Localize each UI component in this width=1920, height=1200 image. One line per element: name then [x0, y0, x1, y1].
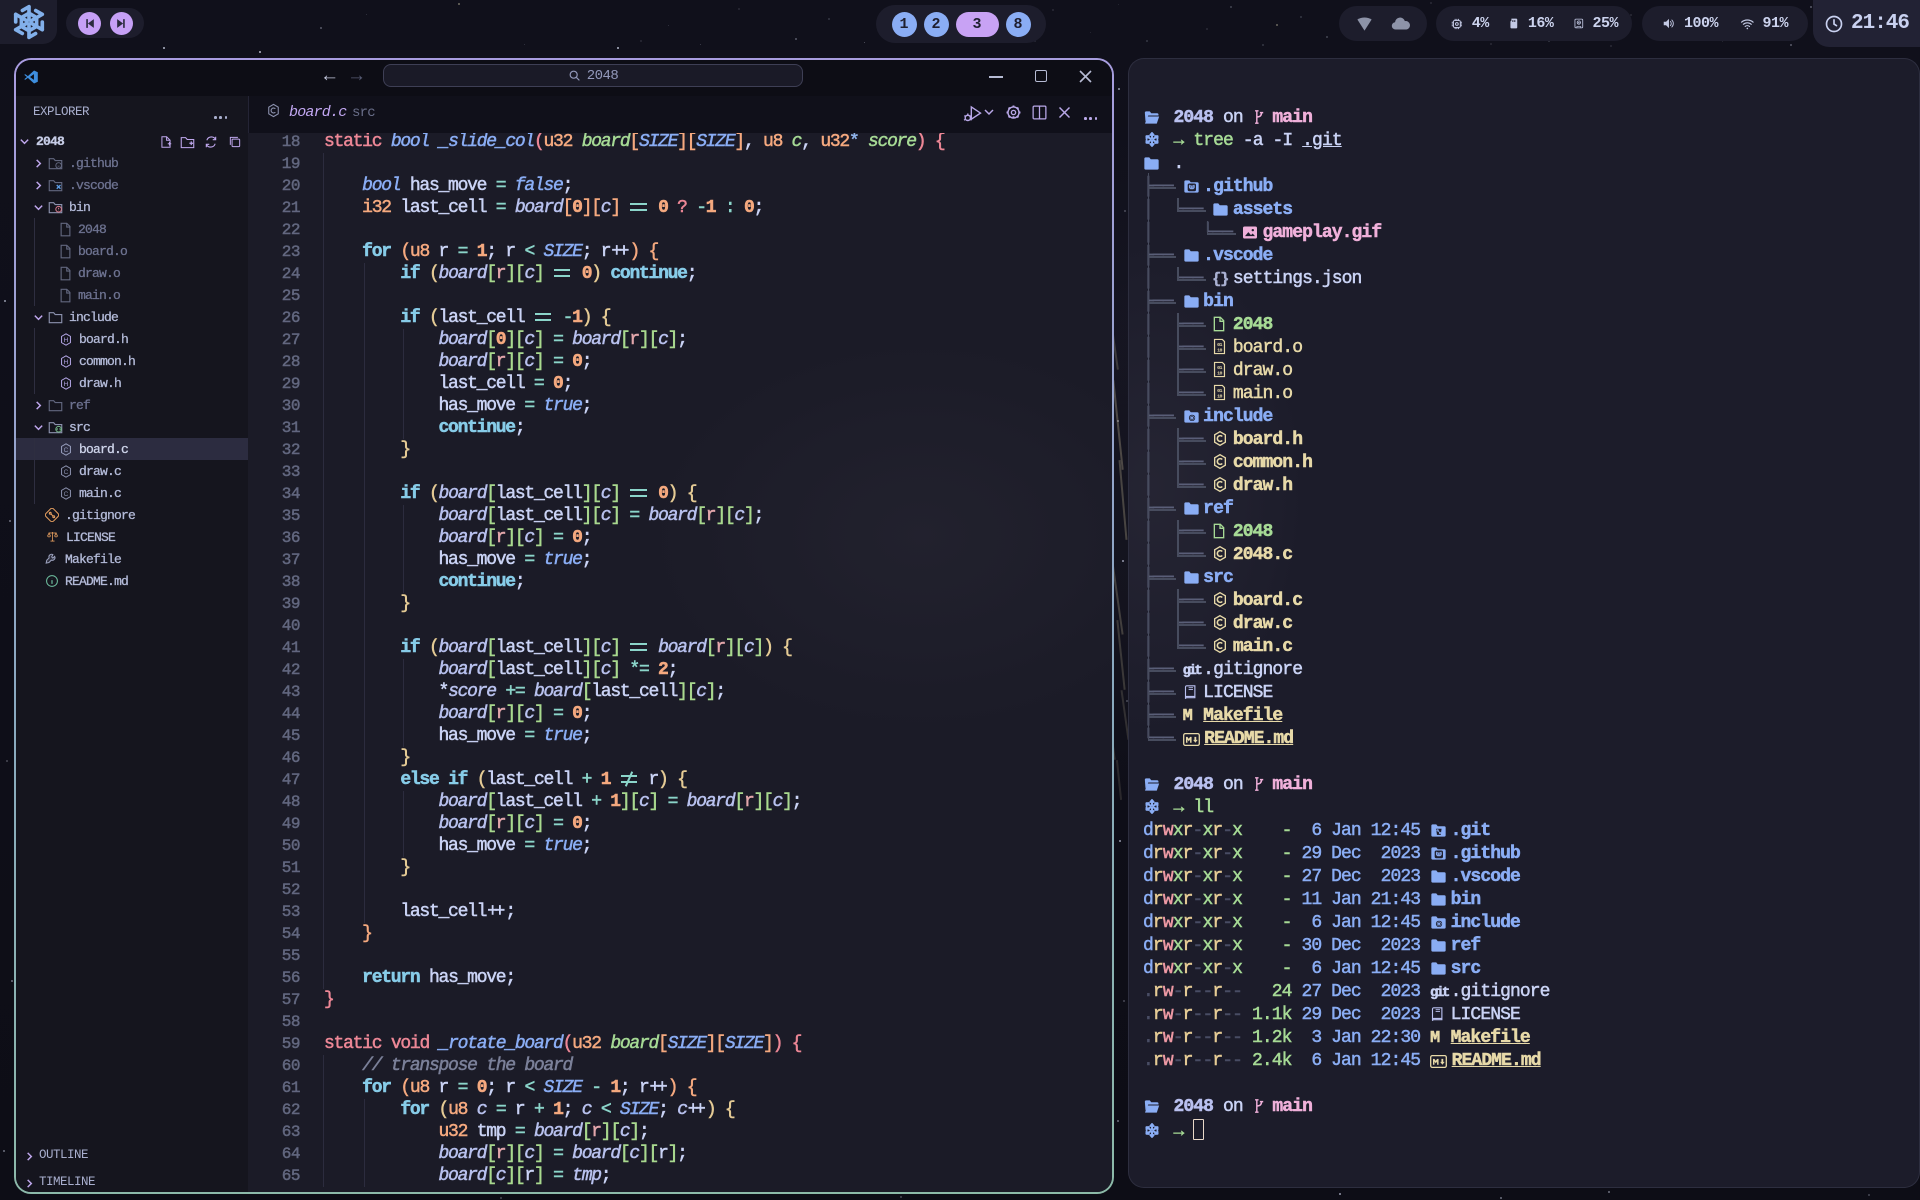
svg-text:01: 01 [1217, 341, 1222, 347]
svg-text:C: C [64, 490, 69, 497]
svg-text:C: C [64, 468, 69, 475]
svg-text:10: 10 [1217, 393, 1222, 399]
svg-text:H: H [64, 336, 69, 343]
svg-text:01: 01 [1217, 387, 1222, 393]
svg-text:C: C [64, 446, 69, 453]
svg-text:10: 10 [1217, 347, 1222, 353]
svg-text:H: H [64, 380, 69, 387]
svg-text:01: 01 [1217, 364, 1222, 370]
svg-text:H: H [64, 358, 69, 365]
svg-text:10: 10 [1217, 370, 1222, 376]
